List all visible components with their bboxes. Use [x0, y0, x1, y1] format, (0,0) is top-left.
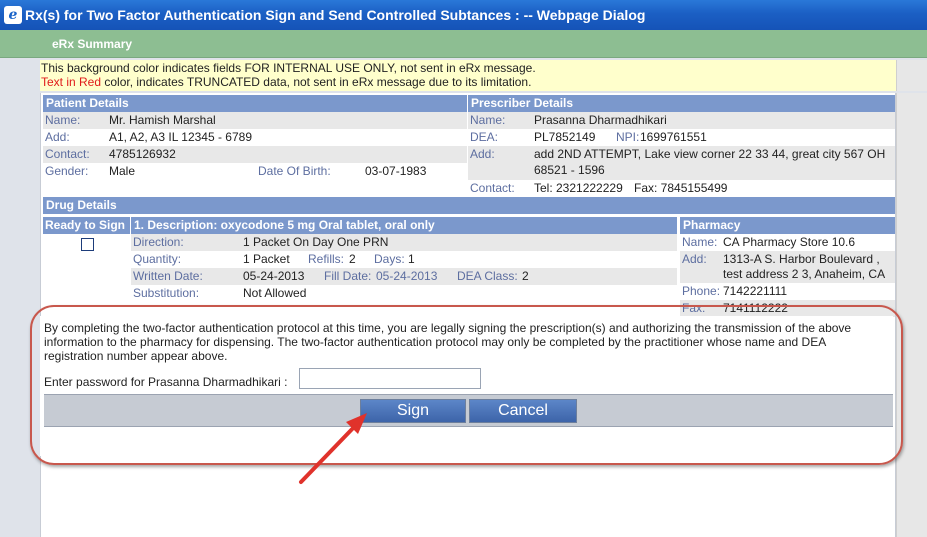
pharmacy-address-row: Add: 1313-A S. Harbor Boulevard , test a…	[680, 251, 895, 283]
prescriber-name-label: Name:	[470, 113, 506, 127]
ready-to-sign-column: Ready to Sign	[43, 217, 130, 251]
patient-name: Mr. Hamish Marshal	[109, 113, 216, 127]
pharmacy-name-label: Name:	[682, 235, 718, 249]
patient-address: A1, A2, A3 IL 12345 - 6789	[109, 130, 253, 144]
pharmacy-fax-label: Fax:	[682, 301, 706, 315]
notice-scroll-area	[896, 60, 927, 91]
drug-direction-label: Direction:	[133, 235, 184, 249]
legal-statement: By completing the two-factor authenticat…	[44, 321, 852, 363]
drug-written-date: 05-24-2013	[243, 269, 305, 283]
pharmacy-header: Pharmacy	[680, 217, 895, 234]
notice-line-2: Text in Red color, indicates TRUNCATED d…	[41, 75, 896, 89]
cancel-button[interactable]: Cancel	[469, 399, 577, 423]
drug-fill-date: 05-24-2013	[376, 269, 438, 283]
prescriber-address-row: Add: add 2ND ATTEMPT, Lake view corner 2…	[468, 146, 895, 180]
patient-address-label: Add:	[45, 130, 70, 144]
patient-gender-row: Gender: Male Date Of Birth: 03-07-1983	[43, 163, 467, 180]
drug-substitution-row: Substitution: Not Allowed	[131, 285, 677, 302]
notice-line-2-rest: color, indicates TRUNCATED data, not sen…	[101, 75, 532, 89]
pharmacy-name-row: Name: CA Pharmacy Store 10.6	[680, 234, 895, 251]
notice-line-1: This background color indicates fields F…	[41, 61, 536, 75]
patient-details-header: Patient Details	[43, 95, 467, 112]
drug-dates-row: Written Date: 05-24-2013 Fill Date: 05-2…	[131, 268, 677, 285]
drug-written-label: Written Date:	[133, 269, 203, 283]
pharmacy-fax-row: Fax: 7141112222	[680, 300, 895, 317]
patient-gender: Male	[109, 164, 136, 178]
prescriber-details-panel: Prescriber Details Name: Prasanna Dharma…	[468, 95, 895, 197]
window-title: Rx(s) for Two Factor Authentication Sign…	[25, 7, 646, 23]
prescriber-dea-label: DEA:	[470, 130, 499, 144]
patient-details-panel: Patient Details Name: Mr. Hamish Marshal…	[43, 95, 467, 180]
prescriber-fax: Fax: 7845155499	[634, 181, 728, 195]
drug-direction-row: Direction: 1 Packet On Day One PRN	[131, 234, 677, 251]
patient-dob: 03-07-1983	[365, 164, 427, 178]
patient-name-row: Name: Mr. Hamish Marshal	[43, 112, 467, 129]
pharmacy-address-label: Add:	[682, 252, 707, 266]
drug-dea-class-label: DEA Class:	[457, 269, 518, 283]
drug-substitution: Not Allowed	[243, 286, 307, 300]
drug-refills-label: Refills:	[308, 252, 345, 266]
prescriber-npi-label: NPI:	[616, 130, 640, 144]
drug-days: 1	[408, 252, 415, 266]
drug-dea-class: 2	[522, 269, 529, 283]
patient-contact-label: Contact:	[45, 147, 90, 161]
drug-quantity: 1 Packet	[243, 252, 290, 266]
prescriber-dea: PL7852149	[534, 130, 596, 144]
drug-quantity-row: Quantity: 1 Packet Refills: 2 Days: 1	[131, 251, 677, 268]
vertical-scrollbar[interactable]	[896, 93, 927, 537]
drug-details-header: Drug Details	[43, 197, 895, 214]
drug-direction: 1 Packet On Day One PRN	[243, 235, 389, 249]
pharmacy-phone: 7142221111	[723, 284, 788, 298]
patient-name-label: Name:	[45, 113, 81, 127]
password-label: Enter password for Prasanna Dharmadhikar…	[44, 375, 288, 389]
pharmacy-fax: 7141112222	[723, 301, 788, 315]
sign-button[interactable]: Sign	[360, 399, 466, 423]
button-bar: Sign Cancel	[44, 394, 893, 427]
prescriber-address-line2: 68521 - 1596	[534, 163, 605, 177]
erx-summary-label: eRx Summary	[52, 37, 133, 51]
drug-refills: 2	[349, 252, 356, 266]
patient-dob-label: Date Of Birth:	[258, 164, 331, 178]
pharmacy-name: CA Pharmacy Store 10.6	[723, 235, 856, 249]
prescriber-address-label: Add:	[470, 147, 495, 161]
prescriber-address-line1: add 2ND ATTEMPT, Lake view corner 22 33 …	[534, 147, 886, 161]
summary-content: Patient Details Name: Mr. Hamish Marshal…	[40, 93, 896, 537]
prescriber-npi: 1699761551	[640, 130, 707, 144]
two-factor-auth-box: By completing the two-factor authenticat…	[40, 316, 893, 456]
prescriber-tel: Tel: 2321222229	[534, 181, 623, 195]
prescriber-dea-row: DEA: PL7852149 NPI: 1699761551	[468, 129, 895, 146]
prescriber-details-header: Prescriber Details	[468, 95, 895, 112]
drug-description-panel: 1. Description: oxycodone 5 mg Oral tabl…	[131, 217, 677, 302]
pharmacy-address-line2: test address 2 3, Anaheim, CA	[723, 267, 886, 281]
drug-substitution-label: Substitution:	[133, 286, 200, 300]
internal-use-notice: This background color indicates fields F…	[40, 60, 896, 91]
patient-contact: 4785126932	[109, 147, 176, 161]
prescriber-name-row: Name: Prasanna Dharmadhikari	[468, 112, 895, 129]
password-field[interactable]	[299, 368, 481, 389]
pharmacy-address-line1: 1313-A S. Harbor Boulevard ,	[723, 252, 880, 266]
erx-summary-bar: eRx Summary	[0, 30, 927, 58]
ready-to-sign-checkbox[interactable]	[81, 238, 94, 251]
annotation-arrow-icon	[299, 413, 367, 484]
window-title-bar: e Rx(s) for Two Factor Authentication Si…	[0, 0, 927, 30]
pharmacy-panel: Pharmacy Name: CA Pharmacy Store 10.6 Ad…	[680, 217, 895, 317]
prescriber-name: Prasanna Dharmadhikari	[534, 113, 667, 127]
drug-quantity-label: Quantity:	[133, 252, 182, 266]
patient-contact-row: Contact: 4785126932	[43, 146, 467, 163]
patient-address-row: Add: A1, A2, A3 IL 12345 - 6789	[43, 129, 467, 146]
notice-red-text: Text in Red	[41, 75, 102, 89]
drug-description-header: 1. Description: oxycodone 5 mg Oral tabl…	[131, 217, 677, 234]
ie-icon: e	[4, 6, 22, 24]
prescriber-contact-label: Contact:	[470, 181, 515, 195]
prescriber-contact-row: Contact: Tel: 2321222229 Fax: 7845155499	[468, 180, 895, 197]
drug-days-label: Days:	[374, 252, 405, 266]
ready-to-sign-header: Ready to Sign	[43, 217, 130, 234]
drug-fill-label: Fill Date:	[324, 269, 372, 283]
pharmacy-phone-label: Phone:	[682, 284, 721, 298]
pharmacy-phone-row: Phone: 7142221111	[680, 283, 895, 300]
patient-gender-label: Gender:	[45, 164, 89, 178]
